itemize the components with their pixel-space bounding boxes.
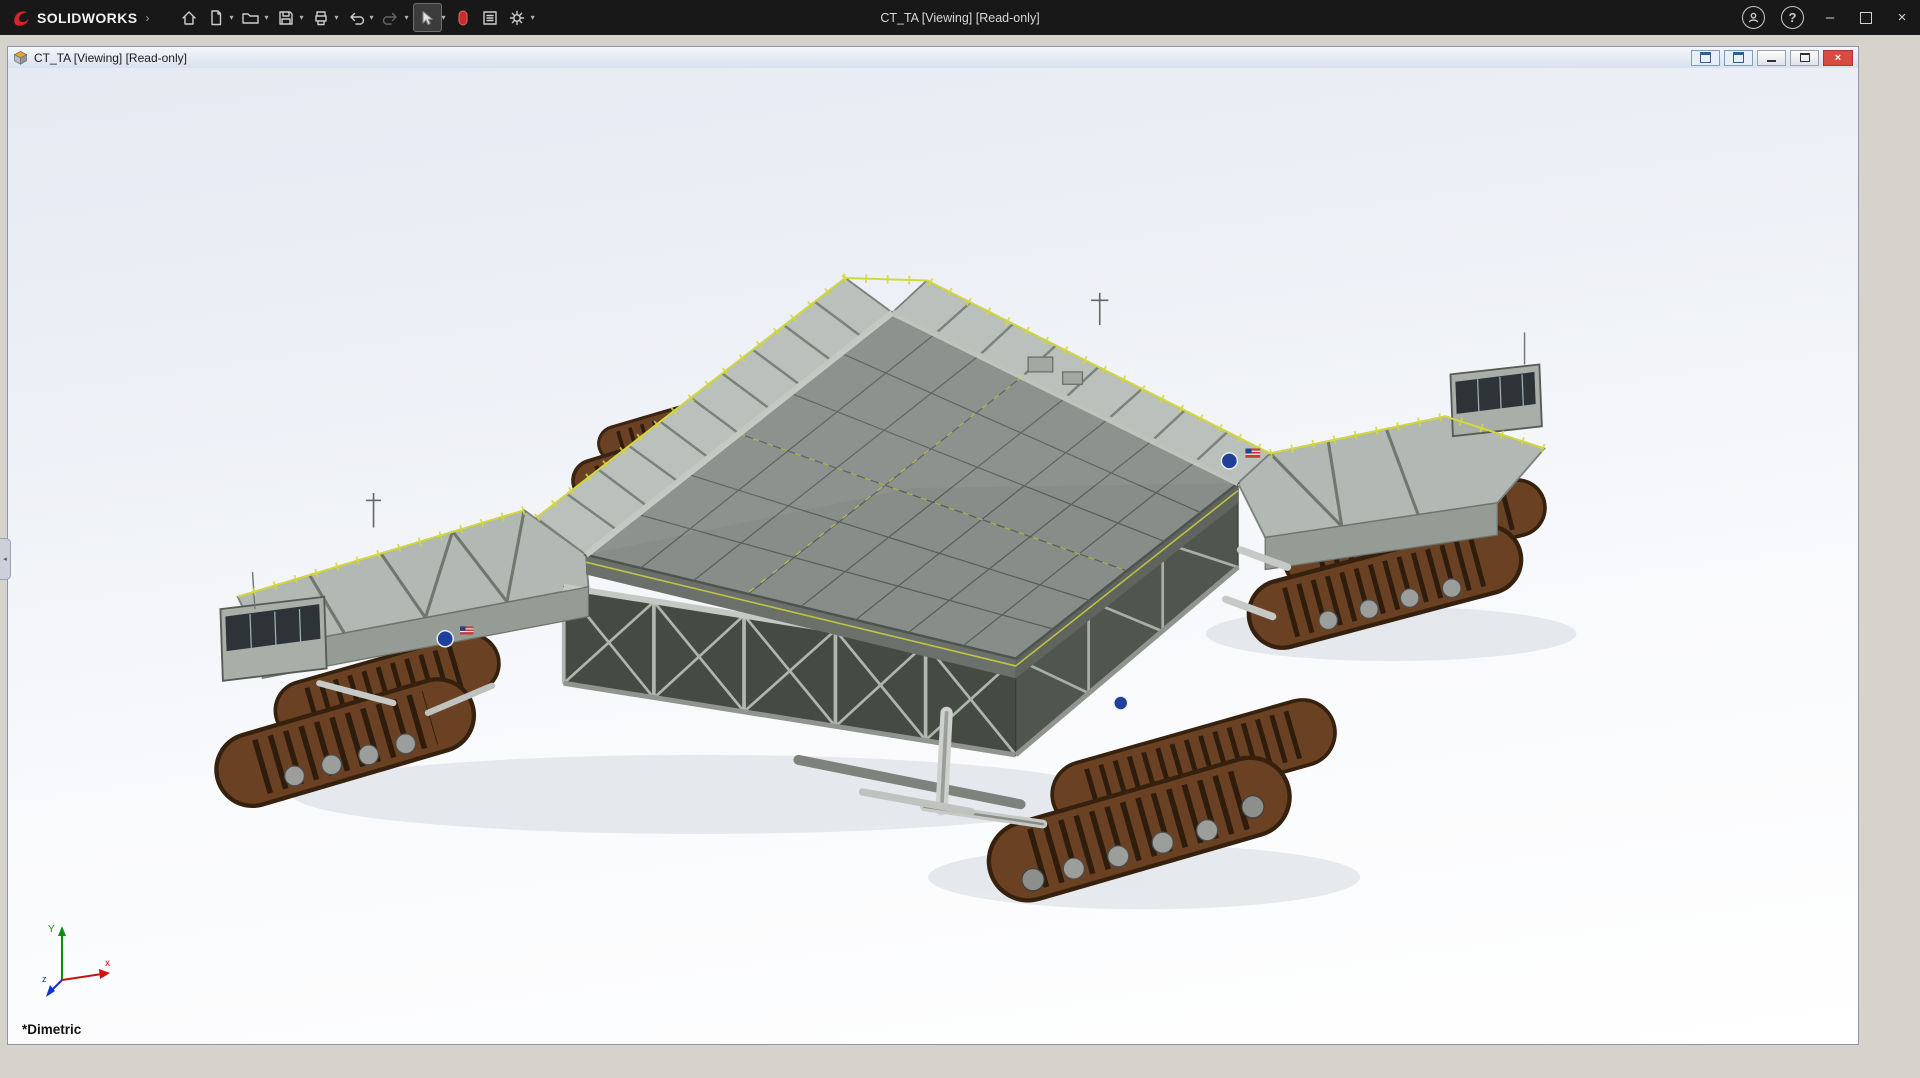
settings-gear-icon	[509, 10, 525, 25]
solidworks-logo-icon	[14, 11, 29, 26]
document-window-buttons: ×	[1691, 49, 1853, 66]
help-icon: ?	[1788, 10, 1797, 25]
home-button[interactable]	[175, 4, 202, 31]
undo-icon	[350, 12, 365, 25]
redo-icon	[382, 12, 397, 25]
restore-icon	[1860, 11, 1872, 24]
close-icon: ×	[1834, 51, 1842, 64]
app-minimize-button[interactable]: –	[1812, 0, 1848, 35]
document-title: CT_TA [Viewing] [Read-only]	[34, 50, 187, 65]
new-dropdown-caret[interactable]: ▾	[229, 13, 233, 22]
new-document-icon	[211, 9, 222, 25]
account-button[interactable]	[1742, 6, 1765, 29]
properties-button[interactable]	[477, 4, 504, 31]
viewport-3d[interactable]: Y x z *Dimetric	[8, 68, 1858, 1044]
doc-close-button[interactable]: ×	[1823, 49, 1853, 66]
undo-dropdown-caret[interactable]: ▾	[370, 13, 374, 22]
help-button[interactable]: ?	[1781, 6, 1804, 29]
collapse-arrow-icon: ◂	[3, 556, 7, 563]
open-dropdown-caret[interactable]: ▾	[264, 13, 268, 22]
options-button[interactable]	[504, 4, 531, 31]
quick-access-toolbar: ▾ ▾ ▾ ▾ ▾ ▾ ▾ ▾	[175, 3, 538, 32]
select-dropdown-caret[interactable]: ▾	[442, 13, 446, 22]
triad-x-label: x	[105, 958, 110, 969]
document-title-bar[interactable]: CT_TA [Viewing] [Read-only] ×	[8, 47, 1858, 69]
redo-button[interactable]	[378, 4, 405, 31]
resource-monitor-button[interactable]	[450, 4, 477, 31]
brand-name: SOLIDWORKS	[37, 9, 138, 26]
select-cursor-icon	[422, 10, 433, 25]
print-dropdown-caret[interactable]: ▾	[335, 13, 339, 22]
user-icon	[1748, 12, 1759, 23]
window-pane-icon	[1733, 52, 1744, 63]
restore-icon	[1799, 53, 1810, 62]
window-pane-icon	[1700, 52, 1711, 63]
select-tool-button[interactable]	[412, 3, 442, 32]
app-title-bar: SOLIDWORKS › ▾ ▾ ▾ ▾ ▾ ▾ ▾ ▾ CT_TA [View…	[0, 0, 1920, 35]
doc-restore-button[interactable]	[1790, 49, 1819, 66]
crawler-transporter-model	[214, 273, 1577, 910]
resource-monitor-icon	[458, 10, 468, 25]
doc-minimize-button[interactable]	[1757, 49, 1786, 66]
properties-list-icon	[483, 10, 497, 25]
open-button[interactable]	[237, 4, 264, 31]
app-close-button[interactable]: ×	[1884, 0, 1920, 35]
redo-dropdown-caret[interactable]: ▾	[405, 13, 409, 22]
triad-z-label: z	[42, 974, 47, 984]
app-bar-right: ? – ×	[1734, 0, 1920, 35]
close-icon: ×	[1897, 9, 1907, 26]
print-icon	[315, 10, 327, 25]
brand-expand-arrow[interactable]: ›	[145, 11, 149, 25]
open-folder-icon	[242, 12, 260, 24]
triad-y-label: Y	[48, 924, 55, 935]
left-pane-collapse-tab[interactable]: ◂	[0, 538, 11, 580]
home-icon	[182, 10, 196, 25]
undo-button[interactable]	[343, 4, 370, 31]
document-cube-icon	[13, 50, 28, 65]
app-title: CT_TA [Viewing] [Read-only]	[880, 10, 1040, 25]
document-window: CT_TA [Viewing] [Read-only] × Y x z *Dim…	[7, 46, 1859, 1045]
doc-window-button-b[interactable]	[1724, 49, 1753, 66]
save-dropdown-caret[interactable]: ▾	[299, 13, 303, 22]
view-orientation-label: *Dimetric	[22, 1022, 82, 1037]
orientation-triad[interactable]: Y x z	[42, 918, 116, 998]
save-button[interactable]	[272, 4, 299, 31]
app-restore-button[interactable]	[1848, 0, 1884, 35]
options-dropdown-caret[interactable]: ▾	[531, 13, 535, 22]
save-icon	[279, 10, 293, 25]
solidworks-brand: SOLIDWORKS ›	[0, 7, 159, 28]
new-document-button[interactable]	[202, 4, 229, 31]
print-button[interactable]	[308, 4, 335, 31]
doc-window-button-a[interactable]	[1691, 49, 1720, 66]
minimize-icon	[1767, 60, 1776, 62]
minimize-icon: –	[1825, 9, 1835, 26]
